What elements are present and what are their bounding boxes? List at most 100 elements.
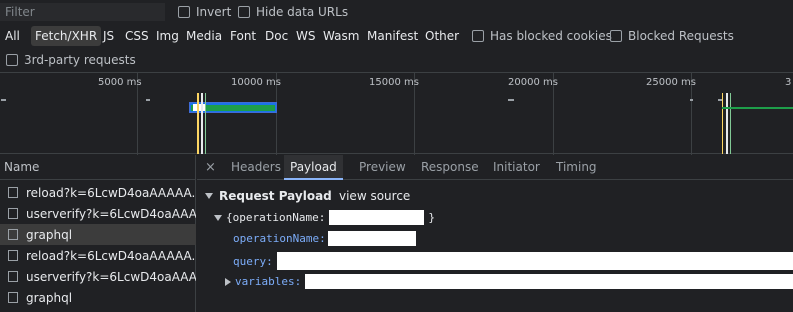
- payload-root[interactable]: {operationName: }: [214, 210, 435, 225]
- request-marker: [146, 99, 150, 101]
- request-name: graphql: [26, 290, 73, 305]
- request-bar: [722, 107, 793, 109]
- payload-field-operation-name: operationName:: [233, 231, 416, 246]
- expand-arrow-icon[interactable]: [225, 277, 231, 286]
- payload-view: Request Payload view source {operationNa…: [197, 181, 793, 312]
- checkbox-box[interactable]: [178, 6, 190, 18]
- file-icon: [8, 292, 18, 303]
- hide-data-urls-checkbox[interactable]: Hide data URLs: [238, 5, 348, 19]
- field-key: variables:: [235, 275, 302, 288]
- checkbox-box[interactable]: [6, 54, 18, 66]
- invert-label: Invert: [196, 5, 232, 19]
- file-icon: [8, 187, 18, 198]
- tab-response[interactable]: Response: [415, 155, 485, 180]
- expand-arrow-icon[interactable]: [205, 193, 213, 199]
- redacted-value: [305, 274, 793, 289]
- type-media[interactable]: Media: [182, 26, 226, 46]
- view-source-link[interactable]: view source: [339, 189, 410, 203]
- type-fetch-xhr[interactable]: Fetch/XHR: [31, 26, 102, 46]
- request-marker: [508, 99, 514, 101]
- has-blocked-cookies-label: Has blocked cookies: [490, 29, 612, 43]
- checkbox-box[interactable]: [238, 6, 250, 18]
- request-marker: [1, 99, 6, 101]
- field-key: operationName:: [233, 232, 326, 245]
- request-bar-waiting: [193, 104, 205, 111]
- type-manifest[interactable]: Manifest: [363, 26, 422, 46]
- detail-tabs: × Headers Payload Preview Response Initi…: [197, 155, 793, 180]
- type-js[interactable]: JS: [99, 26, 118, 46]
- request-name: graphql: [26, 227, 73, 242]
- type-doc[interactable]: Doc: [261, 26, 292, 46]
- tab-timing[interactable]: Timing: [550, 155, 603, 180]
- type-font[interactable]: Font: [226, 26, 260, 46]
- tab-headers[interactable]: Headers: [225, 155, 287, 180]
- type-wasm[interactable]: Wasm: [319, 26, 363, 46]
- request-name: userverify?k=6LcwD4oaAAA...: [26, 206, 196, 221]
- request-row[interactable]: reload?k=6LcwD4oaAAAAA...: [0, 245, 196, 266]
- tick-label: 5000 ms: [98, 77, 142, 88]
- hide-data-urls-label: Hide data URLs: [256, 5, 349, 19]
- type-ws[interactable]: WS: [292, 26, 319, 46]
- root-object-close: }: [428, 211, 435, 224]
- network-overview[interactable]: 5000 ms 10000 ms 15000 ms 20000 ms 25000…: [0, 72, 793, 155]
- filter-input[interactable]: [0, 3, 165, 21]
- file-icon: [8, 229, 18, 240]
- close-icon[interactable]: ×: [205, 155, 216, 180]
- request-row[interactable]: userverify?k=6LcwD4oaAAA...: [0, 266, 196, 287]
- request-name: reload?k=6LcwD4oaAAAAA...: [26, 248, 196, 263]
- finish-marker: [205, 93, 206, 154]
- type-img[interactable]: Img: [152, 26, 183, 46]
- tick-label: 20000 ms: [508, 77, 558, 88]
- network-panel-lower: Name reload?k=6LcwD4oaAAAAA... userverif…: [0, 155, 793, 312]
- third-party-row: 3rd-party requests: [0, 48, 793, 72]
- dom-content-loaded-marker: [722, 93, 723, 154]
- type-other[interactable]: Other: [421, 26, 463, 46]
- request-row-selected[interactable]: graphql: [0, 224, 196, 245]
- resource-type-filter: All Fetch/XHR JS CSS Img Media Font Doc …: [0, 24, 793, 48]
- dom-content-loaded-marker: [197, 93, 199, 154]
- invert-checkbox[interactable]: Invert: [178, 5, 231, 19]
- name-column-header[interactable]: Name: [0, 155, 196, 180]
- filter-toolbar: Invert Hide data URLs: [0, 0, 793, 24]
- load-marker: [726, 93, 728, 154]
- request-name: userverify?k=6LcwD4oaAAA...: [26, 269, 196, 284]
- type-all[interactable]: All: [1, 26, 24, 46]
- tick-label: 25000 ms: [646, 77, 696, 88]
- blocked-requests-checkbox[interactable]: Blocked Requests: [610, 29, 734, 43]
- redacted-value: [327, 231, 416, 246]
- redacted-value: [329, 210, 425, 225]
- tick-label: 3: [785, 77, 792, 88]
- load-marker: [201, 93, 203, 154]
- has-blocked-cookies-checkbox[interactable]: Has blocked cookies: [472, 29, 612, 43]
- request-payload-title: Request Payload: [219, 189, 332, 203]
- payload-field-query: query:: [233, 252, 793, 270]
- third-party-label: 3rd-party requests: [24, 53, 136, 67]
- request-payload-header[interactable]: Request Payload: [205, 189, 332, 203]
- request-marker: [718, 99, 722, 101]
- tab-preview[interactable]: Preview: [353, 155, 412, 180]
- third-party-checkbox[interactable]: 3rd-party requests: [6, 53, 136, 67]
- request-row[interactable]: userverify?k=6LcwD4oaAAA...: [0, 203, 196, 224]
- request-marker: [690, 99, 693, 101]
- finish-marker: [730, 93, 731, 154]
- request-row[interactable]: reload?k=6LcwD4oaAAAAA...: [0, 182, 196, 203]
- request-list: Name reload?k=6LcwD4oaAAAAA... userverif…: [0, 155, 196, 312]
- type-css[interactable]: CSS: [121, 26, 153, 46]
- checkbox-box[interactable]: [610, 30, 622, 42]
- file-icon: [8, 271, 18, 282]
- redacted-value: [276, 252, 793, 270]
- file-icon: [8, 208, 18, 219]
- checkbox-box[interactable]: [472, 30, 484, 42]
- request-name: reload?k=6LcwD4oaAAAAA...: [26, 185, 196, 200]
- expand-arrow-icon[interactable]: [214, 214, 222, 221]
- tick-label: 15000 ms: [369, 77, 419, 88]
- request-row[interactable]: graphql: [0, 287, 196, 308]
- payload-field-variables[interactable]: variables:: [225, 274, 793, 289]
- tab-payload[interactable]: Payload: [284, 155, 343, 180]
- tab-initiator[interactable]: Initiator: [487, 155, 546, 180]
- request-detail: × Headers Payload Preview Response Initi…: [197, 155, 793, 312]
- root-object-label: {operationName:: [226, 211, 326, 224]
- tick-label: 10000 ms: [231, 77, 281, 88]
- field-key: query:: [233, 254, 273, 268]
- blocked-requests-label: Blocked Requests: [628, 29, 734, 43]
